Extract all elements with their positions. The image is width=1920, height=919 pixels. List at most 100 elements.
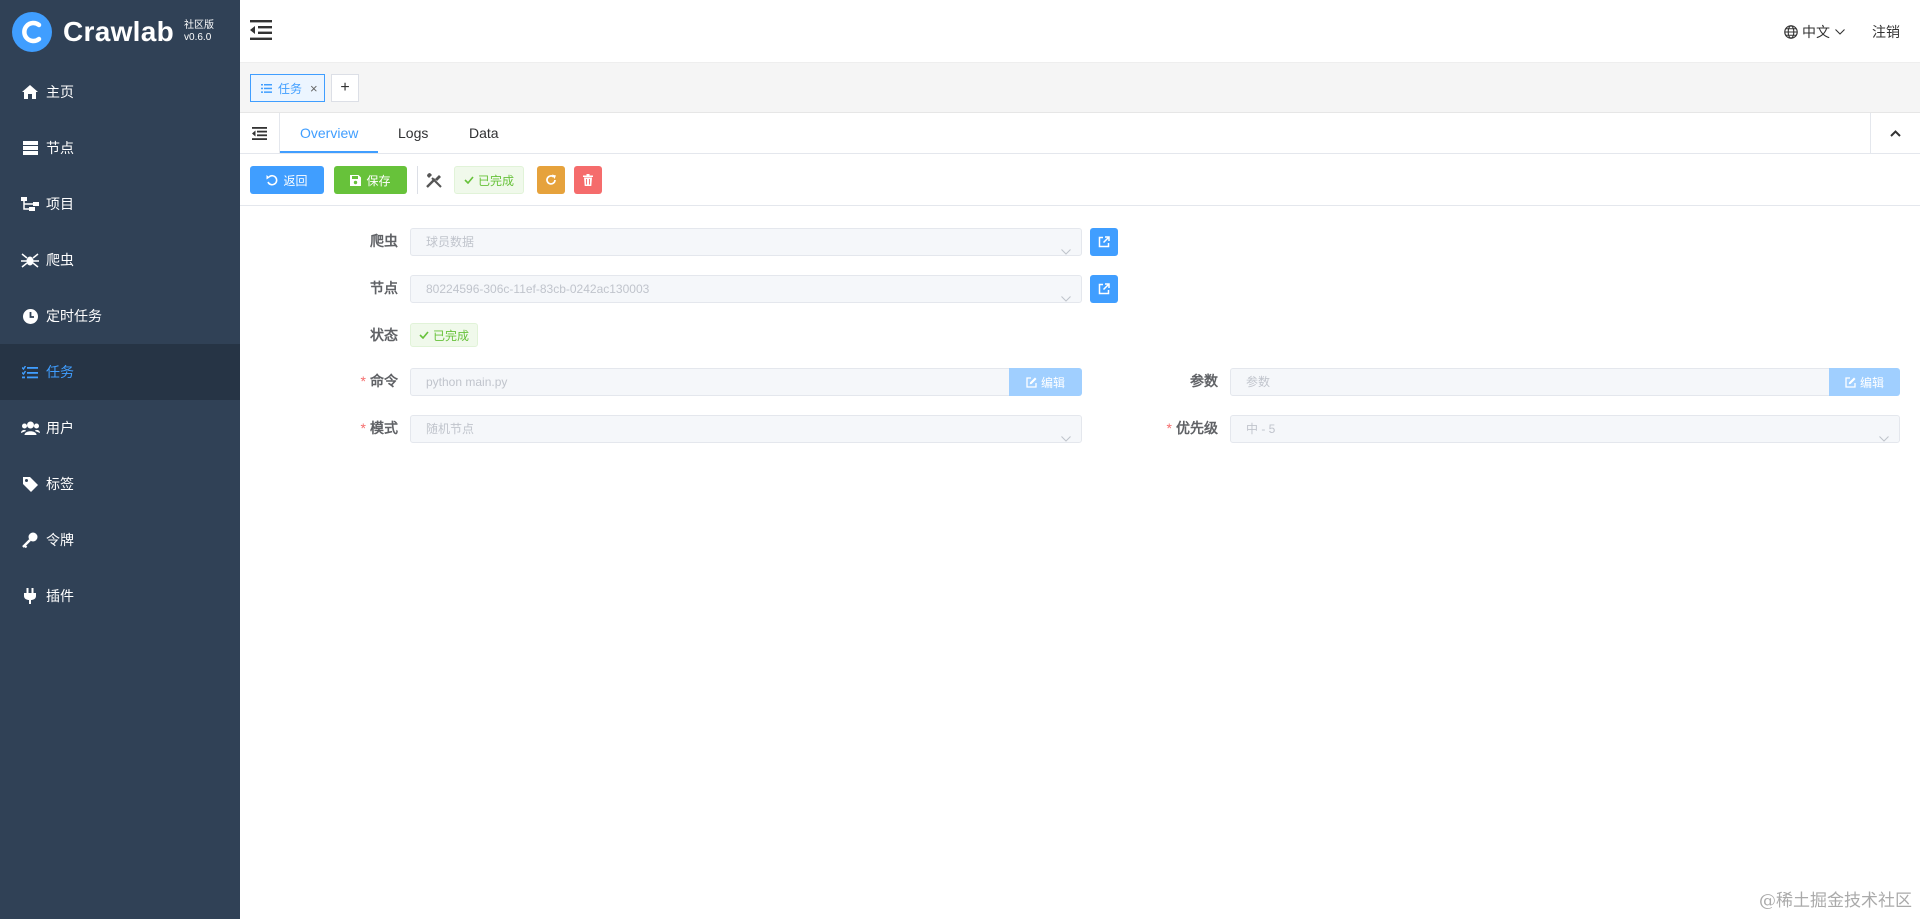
refresh-icon xyxy=(545,174,557,186)
users-icon xyxy=(20,421,40,435)
save-button[interactable]: 保存 xyxy=(334,166,407,194)
sidebar-item-projects[interactable]: 项目 xyxy=(0,176,240,232)
spider-label: 爬虫 xyxy=(370,233,398,249)
sidebar-item-tasks[interactable]: 任务 xyxy=(0,344,240,400)
app-name: Crawlab xyxy=(63,16,175,47)
project-tree-icon xyxy=(20,197,40,211)
sidebar-item-home[interactable]: 主页 xyxy=(0,64,240,120)
sidebar-item-plugins[interactable]: 插件 xyxy=(0,568,240,624)
chevron-down-icon xyxy=(1879,425,1889,451)
server-icon xyxy=(20,141,40,155)
node-label: 节点 xyxy=(370,280,398,296)
priority-select-value: 中 - 5 xyxy=(1246,422,1276,436)
open-spider-button[interactable] xyxy=(1090,228,1118,256)
page-tab-tasks[interactable]: 任务 × xyxy=(250,74,325,102)
status-badge-label: 已完成 xyxy=(433,328,470,343)
status-badge: 已完成 xyxy=(410,323,479,347)
logo[interactable]: Crawlab 社区版 v0.6.0 xyxy=(0,0,240,64)
open-node-button[interactable] xyxy=(1090,275,1118,303)
trash-icon xyxy=(583,174,593,186)
sidebar-item-spiders[interactable]: 爬虫 xyxy=(0,232,240,288)
sidebar-item-label: 令牌 xyxy=(46,532,74,548)
home-icon xyxy=(20,85,40,99)
back-button[interactable]: 返回 xyxy=(250,166,324,194)
plug-icon xyxy=(20,588,40,604)
clock-icon xyxy=(20,308,40,324)
delete-button[interactable] xyxy=(574,166,602,194)
save-button-label: 保存 xyxy=(366,173,391,188)
tab-overview[interactable]: Overview xyxy=(280,113,379,153)
chevron-down-icon xyxy=(1835,29,1845,35)
language-label: 中文 xyxy=(1802,24,1830,40)
sidebar-fold-icon[interactable] xyxy=(250,20,274,44)
crawlab-logo-icon xyxy=(12,12,52,52)
sidebar-item-nodes[interactable]: 节点 xyxy=(0,120,240,176)
edit-params-button[interactable]: 编辑 xyxy=(1829,368,1900,396)
status-badge-label: 已完成 xyxy=(478,173,515,188)
params-input[interactable]: 参数 xyxy=(1230,368,1832,396)
status-badge: 已完成 xyxy=(454,166,525,194)
watermark: @稀土掘金技术社区 xyxy=(1759,891,1912,911)
edit-icon xyxy=(1845,376,1856,388)
chevron-down-icon xyxy=(1061,285,1071,311)
key-icon xyxy=(20,532,40,548)
external-link-icon xyxy=(1098,236,1110,248)
sidebar: Crawlab 社区版 v0.6.0 主页 节点 项目 爬虫 定时任务 任务 用… xyxy=(0,0,240,919)
nav-list-toggle-icon[interactable] xyxy=(240,113,280,153)
tag-icon xyxy=(20,476,40,492)
check-icon xyxy=(419,331,429,339)
chevron-up-icon[interactable] xyxy=(1870,113,1920,153)
sidebar-item-label: 主页 xyxy=(46,84,74,100)
node-select[interactable]: 80224596-306c-11ef-83cb-0242ac130003 xyxy=(410,275,1082,303)
detail-nav-tabs: Overview Logs Data xyxy=(240,113,1920,154)
tab-data[interactable]: Data xyxy=(469,113,499,153)
add-tab-button[interactable]: + xyxy=(331,74,359,102)
task-list-icon xyxy=(261,83,272,93)
spider-select[interactable]: 球员数据 xyxy=(410,228,1082,256)
app-edition: 社区版 xyxy=(184,20,215,31)
action-toolbar: 返回 保存 已完成 xyxy=(240,154,1920,206)
floppy-disk-icon xyxy=(350,174,362,186)
task-list-icon xyxy=(20,365,40,379)
sidebar-item-label: 定时任务 xyxy=(46,308,102,324)
required-marker: * xyxy=(1166,420,1172,436)
spider-icon xyxy=(20,252,40,268)
globe-icon xyxy=(1784,25,1798,39)
app-version: v0.6.0 xyxy=(184,32,212,43)
edit-params-label: 编辑 xyxy=(1859,375,1884,390)
sidebar-item-schedules[interactable]: 定时任务 xyxy=(0,288,240,344)
toolbar-divider xyxy=(417,166,418,194)
sidebar-item-label: 爬虫 xyxy=(46,252,74,268)
sidebar-item-label: 标签 xyxy=(46,476,74,492)
page-tab-label: 任务 xyxy=(278,81,303,96)
restart-button[interactable] xyxy=(537,166,565,194)
app-version-block: 社区版 v0.6.0 xyxy=(184,20,214,44)
page-tabs-bar: 任务 × + xyxy=(240,63,1920,113)
back-button-label: 返回 xyxy=(283,173,308,188)
node-select-value: 80224596-306c-11ef-83cb-0242ac130003 xyxy=(426,282,650,296)
sidebar-item-label: 用户 xyxy=(46,420,74,436)
undo-icon xyxy=(266,174,278,186)
params-label: 参数 xyxy=(1190,373,1218,389)
sidebar-item-label: 节点 xyxy=(46,140,74,156)
tools-icon[interactable] xyxy=(426,172,442,188)
sidebar-item-tokens[interactable]: 令牌 xyxy=(0,512,240,568)
top-header: 中文 注销 xyxy=(240,0,1920,63)
priority-label: * 优先级 xyxy=(240,418,1218,438)
language-switcher[interactable]: 中文 xyxy=(1784,22,1845,42)
sidebar-item-users[interactable]: 用户 xyxy=(0,400,240,456)
spider-select-value: 球员数据 xyxy=(426,235,475,249)
status-label: 状态 xyxy=(370,327,398,343)
close-icon[interactable]: × xyxy=(310,81,318,96)
priority-label-text: 优先级 xyxy=(1176,420,1218,436)
logout-link[interactable]: 注销 xyxy=(1872,22,1900,42)
chevron-down-icon xyxy=(1061,238,1071,264)
priority-select[interactable]: 中 - 5 xyxy=(1230,415,1900,443)
sidebar-item-label: 任务 xyxy=(46,364,74,380)
task-form: 爬虫 球员数据 节点 80224596-306c-11ef-83cb-0242a… xyxy=(240,207,1920,919)
external-link-icon xyxy=(1098,283,1110,295)
params-input-placeholder: 参数 xyxy=(1246,375,1271,389)
sidebar-item-label: 项目 xyxy=(46,196,74,212)
sidebar-item-tags[interactable]: 标签 xyxy=(0,456,240,512)
tab-logs[interactable]: Logs xyxy=(398,113,428,153)
